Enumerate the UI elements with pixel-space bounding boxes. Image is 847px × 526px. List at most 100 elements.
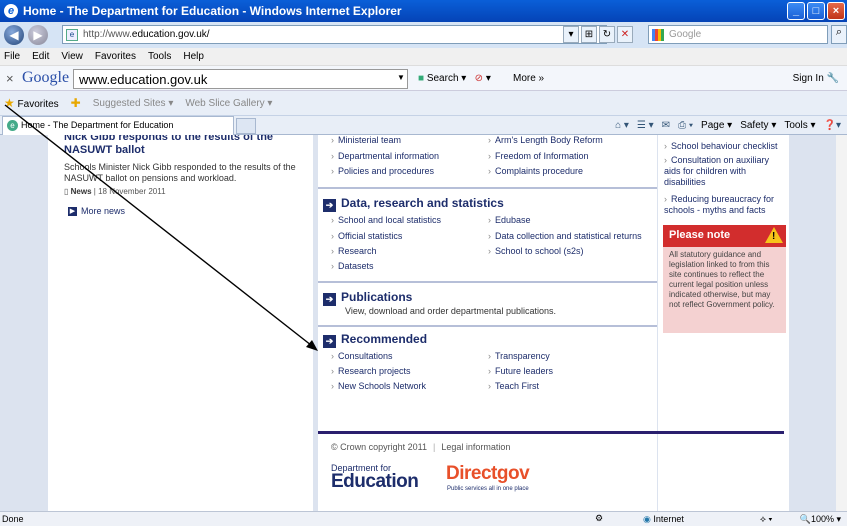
recommended-title: Recommended (341, 332, 428, 346)
please-note-body: All statutory guidance and legislation l… (663, 247, 786, 333)
google-search-label: Search (426, 73, 459, 84)
link-complaints-procedure[interactable]: Complaints procedure (488, 166, 583, 176)
favorites-button[interactable]: ★ Favorites (4, 96, 59, 110)
link-transparency[interactable]: Transparency (488, 351, 550, 361)
search-input[interactable]: Google (648, 25, 828, 44)
google-toolbar-close[interactable]: × (6, 71, 14, 86)
close-button[interactable]: × (827, 2, 845, 20)
link-research-projects[interactable]: Research projects (331, 366, 411, 376)
link-school-to-school[interactable]: School to school (s2s) (488, 246, 584, 256)
address-input[interactable]: e http://www.education.gov.uk/ (62, 25, 607, 44)
vertical-scrollbar[interactable] (836, 135, 847, 511)
suggested-sites-link[interactable]: Suggested Sites ▾ (93, 98, 174, 109)
google-search-icon: ■ (418, 73, 425, 84)
zoom-control[interactable]: 🔍100% ▾ (800, 514, 841, 525)
signin-label: Sign In (792, 73, 824, 84)
link-consultation-auxiliary-aids[interactable]: Consultation on auxiliary aids for child… (664, 155, 782, 188)
link-future-leaders[interactable]: Future leaders (488, 366, 553, 376)
google-search-button[interactable]: ■ Search ▾ ⊘ ▾ (418, 73, 491, 84)
new-tab-button[interactable] (236, 118, 256, 134)
publications-heading[interactable]: ➔ Publications (323, 290, 412, 306)
maximize-button[interactable]: □ (807, 2, 825, 20)
feeds-icon[interactable]: ☰ ▾ (637, 120, 654, 131)
safety-menu[interactable]: Safety ▾ (740, 120, 776, 131)
google-signin-link[interactable]: Sign In 🔧 (793, 73, 839, 84)
google-dropdown-icon[interactable]: ▼ (397, 73, 405, 82)
tools-menu[interactable]: Tools ▾ (784, 120, 815, 131)
link-new-schools-network[interactable]: New Schools Network (331, 381, 426, 391)
link-datasets[interactable]: Datasets (331, 261, 374, 271)
back-button[interactable]: ◀ (4, 25, 24, 45)
link-departmental-information[interactable]: Departmental information (331, 151, 439, 161)
directgov-logo[interactable]: Directgov (446, 463, 530, 485)
link-alb-reform[interactable]: Arm's Length Body Reform (488, 135, 603, 145)
home-icon[interactable]: ⌂ ▾ (615, 120, 629, 131)
page-icon: e (66, 29, 78, 41)
news-headline[interactable]: Nick Gibb responds to the results of the… (64, 135, 313, 157)
link-policies-procedures[interactable]: Policies and procedures (331, 166, 434, 176)
forward-button[interactable]: ▶ (28, 25, 48, 45)
page-viewport: Nick Gibb responds to the results of the… (0, 135, 847, 511)
search-button[interactable]: ⌕ (831, 25, 847, 44)
link-edubase[interactable]: Edubase (488, 215, 531, 225)
compatibility-icon[interactable]: ⊞ (581, 26, 597, 43)
menu-favorites[interactable]: Favorites (95, 51, 136, 62)
link-school-local-stats[interactable]: School and local statistics (331, 215, 441, 225)
link-school-behaviour-checklist[interactable]: School behaviour checklist (664, 141, 778, 151)
link-teach-first[interactable]: Teach First (488, 381, 539, 391)
link-data-collection[interactable]: Data collection and statistical returns (488, 231, 642, 241)
link-ministerial-team[interactable]: Ministerial team (331, 135, 401, 145)
command-bar: ⌂ ▾ ☰ ▾ ✉ ⎙ ▾ Page ▾ Safety ▾ Tools ▾ ❓▾ (615, 116, 841, 135)
favorites-bar: ★ Favorites ✚ Suggested Sites ▾ Web Slic… (0, 91, 847, 116)
protected-mode-icon[interactable]: ⟡ ▾ (760, 514, 772, 525)
separator: | (433, 442, 436, 452)
link-research[interactable]: Research (331, 246, 377, 256)
dfe-logo[interactable]: Department for Education (331, 463, 419, 491)
link-consultations[interactable]: Consultations (331, 351, 393, 361)
legal-information-link[interactable]: Legal information (441, 442, 510, 452)
news-column: Nick Gibb responds to the results of the… (48, 135, 313, 511)
copyright-text: © Crown copyright 2011 (331, 442, 428, 452)
menu-edit[interactable]: Edit (32, 51, 49, 62)
stop-icon[interactable]: ✕ (617, 26, 633, 43)
popup-blocker-icon[interactable]: ⊘ (475, 73, 483, 84)
dropdown-icon[interactable]: ▾ (563, 26, 579, 43)
status-text: Done (2, 514, 24, 524)
google-more-button[interactable]: More » (513, 73, 544, 84)
menu-tools[interactable]: Tools (148, 51, 171, 62)
google-icon (652, 29, 664, 41)
link-freedom-of-information[interactable]: Freedom of Information (488, 151, 589, 161)
web-slice-gallery-link[interactable]: Web Slice Gallery ▾ (185, 98, 272, 109)
google-search-input[interactable]: www.education.gov.uk (73, 69, 408, 89)
more-news-link[interactable]: ▶ More news (68, 206, 126, 217)
news-meta: ▯ News | 18 November 2011 (64, 187, 166, 196)
news-item: Nick Gibb responds to the results of the… (48, 135, 313, 196)
refresh-icon[interactable]: ↻ (599, 26, 615, 43)
more-news-label: More news (81, 206, 126, 216)
link-official-statistics[interactable]: Official statistics (331, 231, 402, 241)
data-section-heading[interactable]: ➔ Data, research and statistics (323, 196, 504, 212)
menu-help[interactable]: Help (183, 51, 204, 62)
section-divider (318, 325, 657, 327)
menu-file[interactable]: File (4, 51, 20, 62)
mail-icon[interactable]: ✉ (662, 120, 670, 131)
link-reducing-bureaucracy[interactable]: Reducing bureaucracy for schools - myths… (664, 194, 786, 216)
print-icon[interactable]: ⎙ ▾ (678, 120, 693, 131)
tab-home[interactable]: e Home - The Department for Education (2, 116, 234, 135)
add-favorite-icon[interactable]: ✚ (71, 96, 81, 110)
zoom-icon: 🔍 (799, 514, 811, 524)
menu-view[interactable]: View (61, 51, 83, 62)
minimize-button[interactable]: _ (787, 2, 805, 20)
status-bar: Done ⚙ ◉ Internet ⟡ ▾ 🔍100% ▾ (0, 511, 847, 526)
tab-favicon: e (7, 120, 18, 131)
menu-bar: File Edit View Favorites Tools Help (0, 48, 847, 65)
help-icon[interactable]: ❓▾ (824, 120, 841, 131)
tab-row: e Home - The Department for Education ⌂ … (0, 116, 847, 135)
page-menu[interactable]: Page ▾ (701, 120, 732, 131)
address-toolbar: ◀ ▶ e http://www.education.gov.uk/ ▾ ⊞ ↻… (0, 22, 847, 48)
warning-icon: ! (765, 227, 783, 243)
arrow-icon: ➔ (323, 199, 336, 212)
google-logo: Google (22, 69, 70, 86)
document-icon: ▯ (64, 187, 69, 196)
tab-label: Home - The Department for Education (21, 120, 174, 130)
